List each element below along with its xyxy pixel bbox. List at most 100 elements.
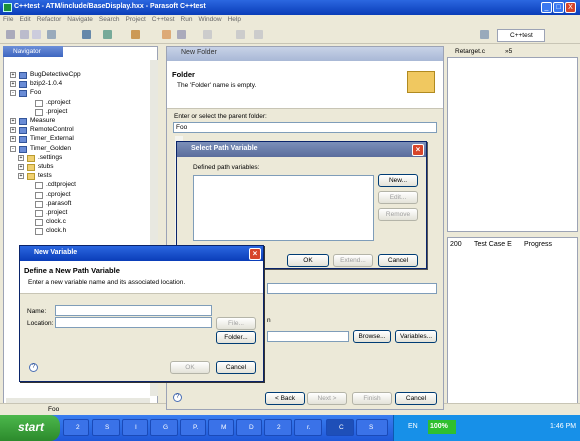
expander-icon[interactable]: + [18, 173, 24, 180]
menu-refactor[interactable]: Refactor [34, 15, 65, 24]
select-path-variable-close-button[interactable]: × [412, 144, 424, 156]
link-location-input[interactable] [267, 331, 349, 342]
navigator-item-label: stubs [38, 163, 54, 170]
new-variable-cancel-button[interactable]: Cancel [216, 361, 256, 374]
remove-variable-button[interactable]: Remove [378, 208, 418, 221]
task-button-7[interactable]: D [236, 419, 262, 436]
new-variable-close-button[interactable]: × [249, 248, 261, 260]
tab-progress[interactable]: Progress [524, 241, 552, 248]
tab-test-case-explorer[interactable]: Test Case E [474, 241, 512, 248]
expander-icon[interactable]: + [10, 127, 16, 134]
variables-button[interactable]: Variables... [395, 330, 437, 343]
test-icon[interactable] [131, 30, 140, 39]
menu-bar: File Edit Refactor Navigate Search Project C++… [0, 15, 580, 26]
navigator-item-label: Measure [30, 117, 56, 124]
task-button-11[interactable]: S [356, 419, 388, 436]
language-indicator[interactable]: EN [408, 423, 418, 430]
save-icon[interactable] [20, 30, 29, 39]
file-icon [35, 182, 43, 190]
new-folder-cancel-button[interactable]: Cancel [395, 392, 437, 405]
expander-icon[interactable]: - [10, 145, 16, 152]
menu-project[interactable]: Project [123, 15, 149, 24]
navigator-item-label: RemoteControl [30, 126, 74, 134]
task-button-3[interactable]: I [122, 419, 148, 436]
file-button[interactable]: File... [216, 317, 256, 330]
menu-cpptest[interactable]: C++test [149, 15, 178, 24]
menu-edit[interactable]: Edit [16, 15, 33, 24]
menu-run[interactable]: Run [178, 15, 196, 24]
expander-icon[interactable]: + [10, 118, 16, 124]
help-icon[interactable]: ? [29, 363, 38, 372]
back-nav-icon[interactable] [236, 30, 245, 39]
browse-button[interactable]: Browse... [353, 330, 391, 343]
navigator-item-label: clock.c [46, 218, 66, 226]
task-button-4[interactable]: G [150, 419, 178, 436]
tab-200[interactable]: 200 [450, 241, 462, 248]
print-icon[interactable] [32, 30, 41, 39]
variable-name-input[interactable] [55, 305, 212, 316]
new-variable-ok-button[interactable]: OK [170, 361, 210, 374]
tab-navigator[interactable]: Navigator [3, 46, 63, 57]
search-icon[interactable] [177, 30, 186, 39]
tab-retarget-c[interactable]: Retarget.c [455, 48, 485, 55]
next-button[interactable]: Next > [307, 392, 347, 405]
menu-search[interactable]: Search [96, 15, 123, 24]
perspective-switcher[interactable]: C++test [497, 29, 545, 42]
tab-overflow[interactable]: »5 [505, 48, 512, 55]
expander-icon[interactable]: + [18, 164, 24, 170]
back-button[interactable]: < Back [265, 392, 305, 405]
editor-tab-strip: Retarget.c »5 [447, 46, 578, 57]
edit-variable-button[interactable]: Edit... [378, 191, 418, 204]
forward-nav-icon[interactable] [254, 30, 263, 39]
folder-name-input[interactable] [267, 283, 437, 294]
app-icon [3, 3, 12, 12]
navigator-item-label: Foo [30, 89, 42, 97]
menu-navigate[interactable]: Navigate [64, 15, 96, 24]
open-perspective-icon[interactable] [480, 30, 489, 39]
menu-help[interactable]: Help [225, 15, 244, 24]
battery-indicator[interactable]: 100% [428, 420, 456, 434]
close-window-button[interactable]: X [565, 2, 576, 13]
finish-button[interactable]: Finish [352, 392, 392, 405]
new-variable-heading: Define a New Path Variable [24, 266, 120, 275]
minimize-button[interactable]: _ [541, 2, 552, 13]
debug-icon[interactable] [103, 30, 112, 39]
new-folder-title: New Folder [181, 49, 217, 56]
new-folder-help-icon[interactable]: ? [173, 393, 182, 402]
menu-file[interactable]: File [0, 15, 16, 24]
navigator-item-label: .project [46, 209, 68, 216]
extend-button[interactable]: Extend... [333, 254, 373, 267]
status-text: Foo [48, 406, 60, 413]
folder-button[interactable]: Folder... [216, 331, 256, 344]
variable-location-input[interactable] [55, 317, 212, 328]
start-button[interactable]: start [0, 415, 60, 441]
menu-window[interactable]: Window [195, 15, 224, 24]
maximize-button[interactable]: □ [553, 2, 564, 13]
open-folder-icon[interactable] [162, 30, 171, 39]
annotation-icon[interactable] [203, 30, 212, 39]
select-path-cancel-button[interactable]: Cancel [378, 254, 418, 267]
run-icon[interactable] [82, 30, 91, 39]
path-variables-list[interactable] [193, 175, 374, 241]
task-button-9[interactable]: r. [294, 419, 322, 436]
task-button-5[interactable]: P. [180, 419, 206, 436]
task-button-8[interactable]: 2 [264, 419, 292, 436]
expander-icon[interactable]: + [10, 136, 16, 143]
build-icon[interactable] [47, 30, 56, 39]
editor-area[interactable] [447, 57, 578, 232]
task-button-6[interactable]: M [208, 419, 234, 436]
expander-icon[interactable]: + [18, 154, 24, 161]
project-icon [19, 136, 27, 144]
new-variable-message: Enter a new variable name and its associ… [28, 279, 186, 286]
task-button-2[interactable]: S [92, 419, 120, 436]
new-variable-button[interactable]: New... [378, 174, 418, 187]
new-icon[interactable] [6, 30, 15, 39]
task-button-10[interactable]: C [326, 419, 354, 436]
parent-folder-input[interactable]: Foo [173, 122, 437, 133]
expander-icon[interactable]: + [10, 72, 16, 78]
toolbar [0, 26, 580, 44]
expander-icon[interactable]: + [10, 81, 16, 88]
select-path-ok-button[interactable]: OK [287, 254, 329, 267]
task-button-1[interactable]: 2 [63, 419, 89, 436]
expander-icon[interactable]: - [10, 90, 16, 97]
